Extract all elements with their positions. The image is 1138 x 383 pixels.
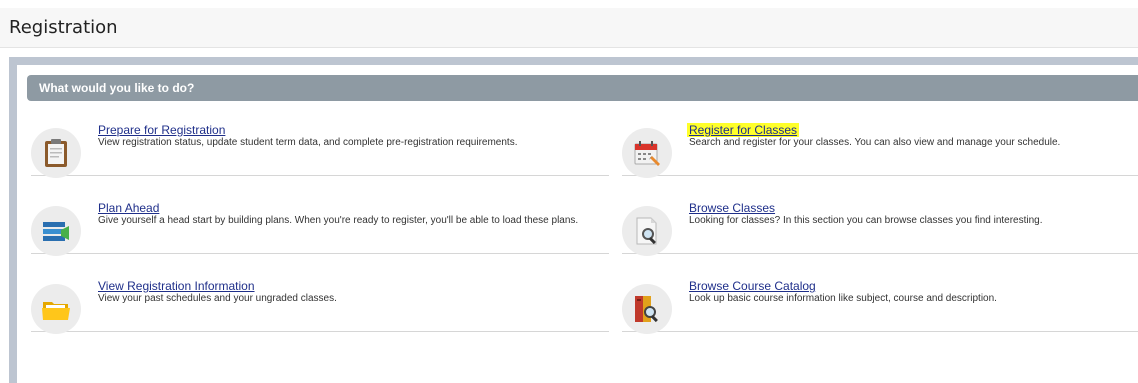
register-classes-description: Search and register for your classes. Yo… — [689, 137, 1061, 148]
register-classes-item[interactable]: Register for Classes Search and register… — [622, 122, 1138, 178]
browse-course-catalog-link[interactable]: Browse Course Catalog — [689, 279, 816, 293]
plan-ahead-item[interactable]: Plan Ahead Give yourself a head start by… — [31, 200, 609, 256]
calendar-pencil-icon — [622, 128, 672, 178]
prepare-registration-item[interactable]: Prepare for Registration View registrati… — [31, 122, 609, 178]
prepare-registration-link[interactable]: Prepare for Registration — [98, 123, 225, 137]
registration-panel-frame: What would you like to do? Prepare for R… — [9, 57, 1138, 383]
browse-classes-description: Looking for classes? In this section you… — [689, 215, 1043, 226]
view-registration-info-item[interactable]: View Registration Information View your … — [31, 278, 609, 334]
document-search-icon — [622, 206, 672, 256]
prepare-registration-description: View registration status, update student… — [98, 137, 518, 148]
browse-course-catalog-description: Look up basic course information like su… — [689, 293, 997, 304]
browse-classes-link[interactable]: Browse Classes — [689, 201, 775, 215]
view-registration-info-description: View your past schedules and your ungrad… — [98, 293, 337, 304]
plan-ahead-link[interactable]: Plan Ahead — [98, 201, 159, 215]
panel-header-title: What would you like to do? — [39, 81, 195, 95]
view-registration-info-link[interactable]: View Registration Information — [98, 279, 255, 293]
page-title: Registration — [9, 17, 118, 38]
browse-classes-item[interactable]: Browse Classes Looking for classes? In t… — [622, 200, 1138, 256]
page-header: Registration — [0, 8, 1138, 48]
panel-header-bar: What would you like to do? — [27, 75, 1138, 101]
registration-panel: What would you like to do? Prepare for R… — [17, 65, 1138, 383]
plan-list-icon — [31, 206, 81, 256]
clipboard-icon — [31, 128, 81, 178]
folder-icon — [31, 284, 81, 334]
register-classes-link[interactable]: Register for Classes — [687, 123, 800, 137]
plan-ahead-description: Give yourself a head start by building p… — [98, 215, 579, 226]
browse-course-catalog-item[interactable]: Browse Course Catalog Look up basic cour… — [622, 278, 1138, 334]
book-search-icon — [622, 284, 672, 334]
